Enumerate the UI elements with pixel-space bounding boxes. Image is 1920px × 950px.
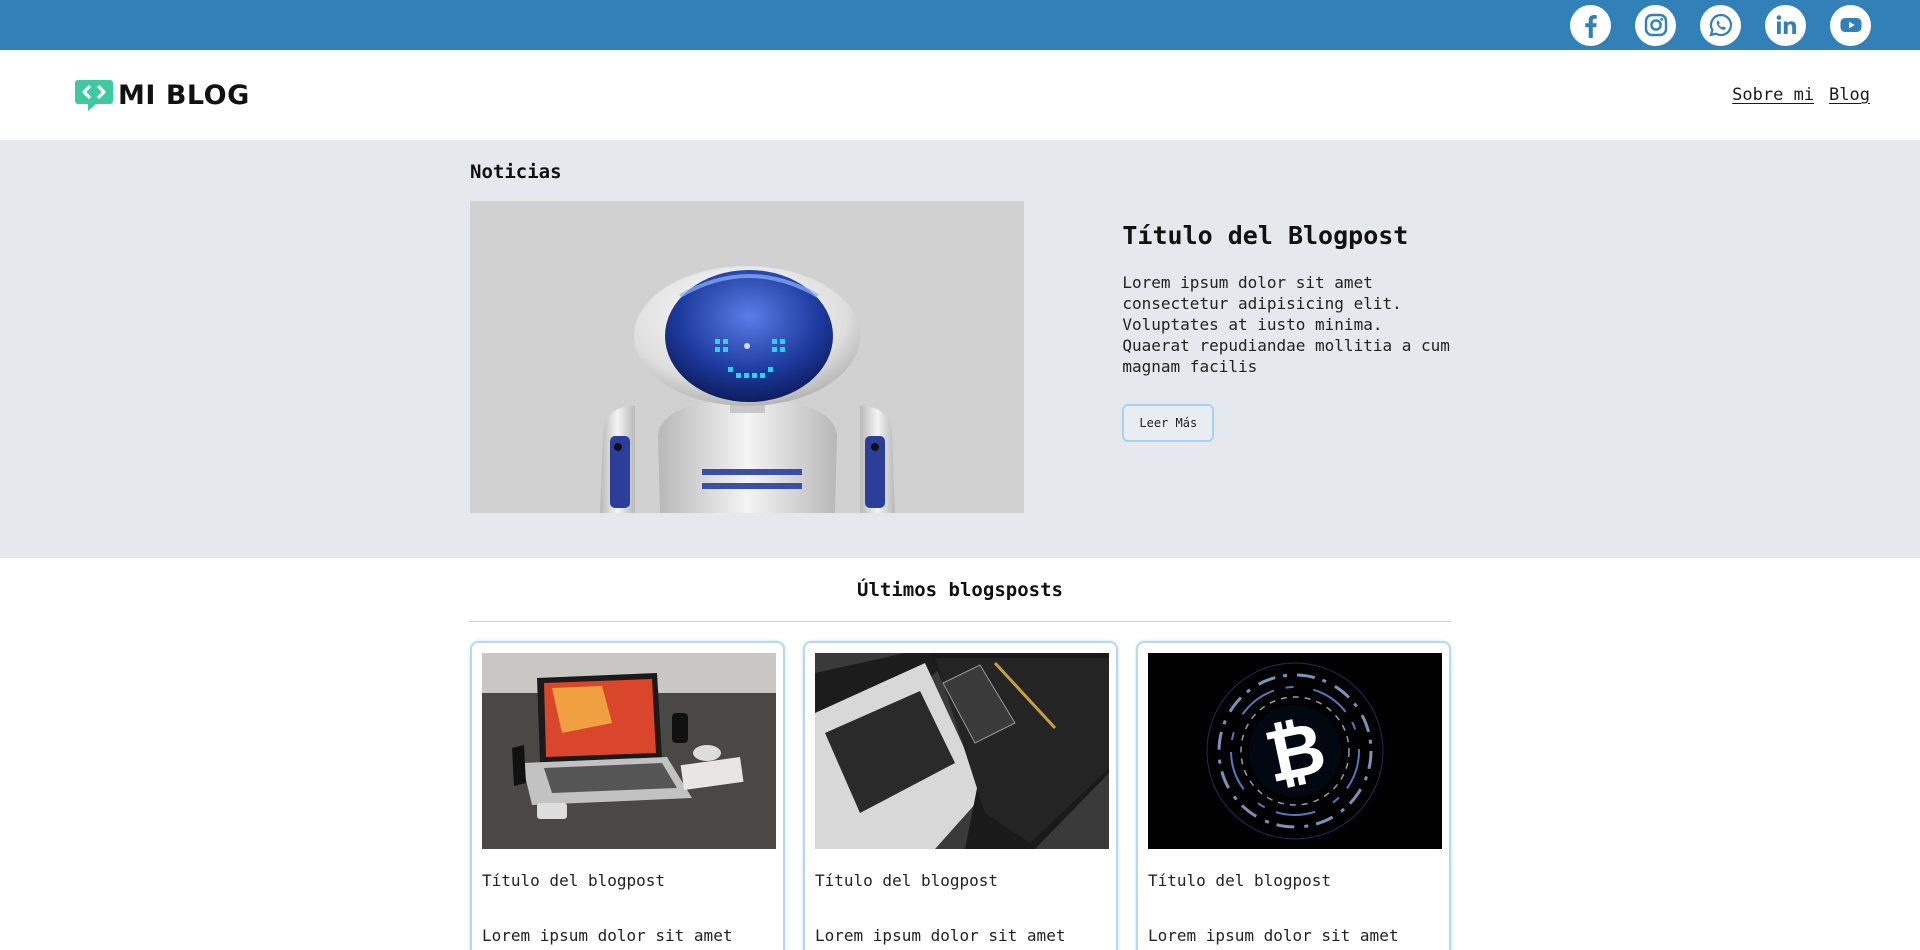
read-more-button[interactable]: Leer Más: [1122, 404, 1215, 442]
hero-post: Título del Blogpost Lorem ipsum dolor si…: [1122, 201, 1450, 513]
card-title: Título del blogpost: [1148, 871, 1332, 890]
hero-heading: Noticias: [470, 161, 562, 183]
hero-post-title: Título del Blogpost: [1122, 221, 1409, 250]
site-logo[interactable]: MI BLOG: [74, 78, 250, 112]
card-excerpt: Lorem ipsum dolor sit amet: [1148, 926, 1399, 945]
main-nav: Sobre mi Blog: [1732, 85, 1870, 105]
card-excerpt: Lorem ipsum dolor sit amet: [482, 926, 733, 945]
linkedin-icon[interactable]: [1765, 4, 1806, 46]
latest-posts-section: Últimos blogsposts Título del blogpost L…: [470, 558, 1451, 950]
latest-posts-heading: Últimos blogsposts: [470, 558, 1450, 622]
whatsapp-icon[interactable]: [1700, 4, 1741, 46]
blogpost-card[interactable]: Título del blogpost Lorem ipsum dolor si…: [470, 641, 785, 950]
site-header: MI BLOG Sobre mi Blog: [0, 50, 1920, 140]
laptop-desk-image: [482, 653, 776, 849]
social-topbar: [0, 0, 1920, 50]
nav-link-blog[interactable]: Blog: [1829, 85, 1870, 105]
logo-text: MI BLOG: [118, 79, 250, 111]
facebook-icon[interactable]: [1570, 4, 1611, 46]
code-bubble-icon: [75, 80, 113, 111]
blogpost-card[interactable]: ₿ Título del blogpost Lorem ipsum dolor …: [1136, 641, 1451, 950]
bitcoin-image: ₿: [1148, 653, 1442, 849]
card-title: Título del blogpost: [815, 871, 999, 890]
hero-robot-image: [470, 201, 1025, 513]
youtube-icon[interactable]: [1830, 4, 1871, 46]
blogpost-card[interactable]: Título del blogpost Lorem ipsum dolor si…: [803, 641, 1118, 950]
card-title: Título del blogpost: [482, 871, 666, 890]
nav-link-sobre-mi[interactable]: Sobre mi: [1732, 85, 1814, 105]
hero-section: Noticias Título del Blogpost Lorem ipsum…: [0, 140, 1920, 558]
laptop-phone-notebook-image: [815, 653, 1109, 849]
card-excerpt: Lorem ipsum dolor sit amet: [815, 926, 1066, 945]
hero-post-excerpt: Lorem ipsum dolor sit amet consectetur a…: [1122, 273, 1450, 376]
instagram-icon[interactable]: [1635, 4, 1676, 46]
